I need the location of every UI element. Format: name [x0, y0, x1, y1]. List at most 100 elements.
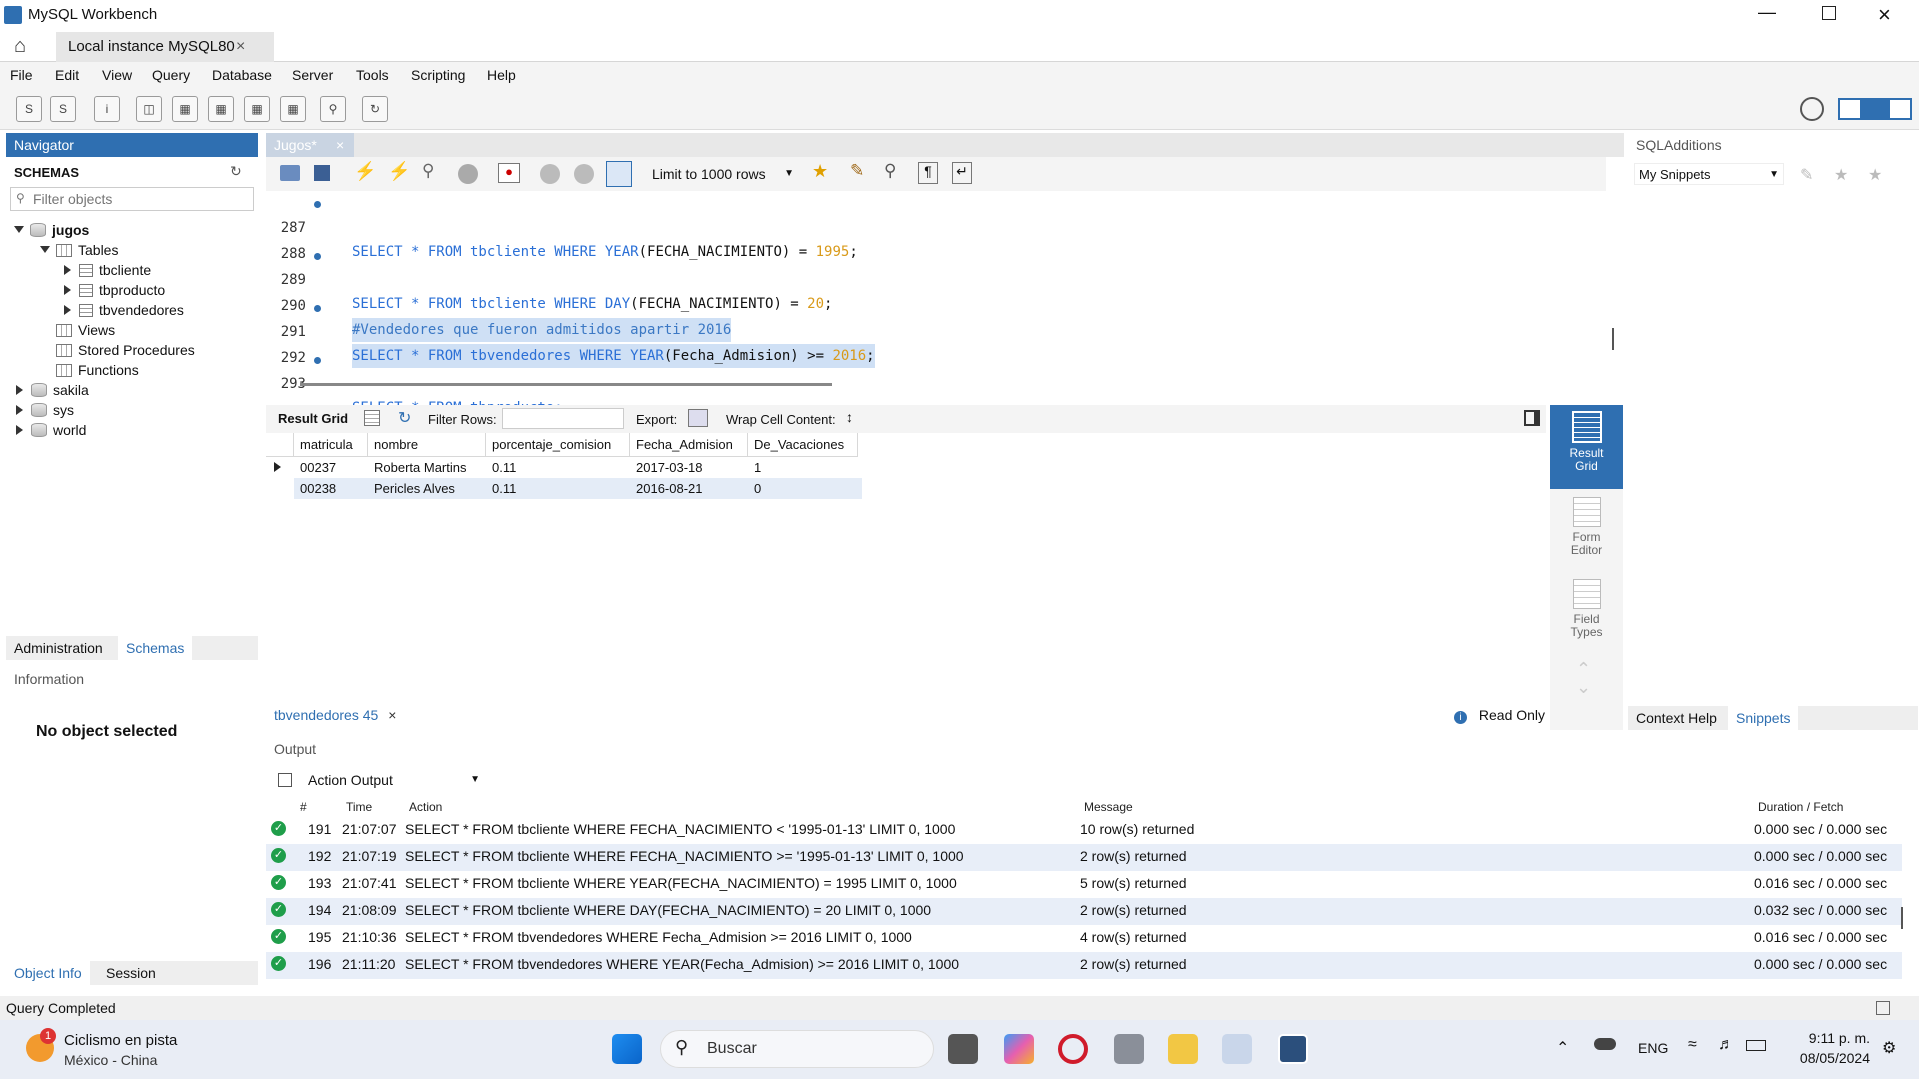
- beautify-icon[interactable]: ✎: [850, 161, 864, 181]
- tab-schemas[interactable]: Schemas: [118, 636, 193, 660]
- toggle-error-icon[interactable]: ●: [498, 163, 520, 183]
- add-snippet-icon[interactable]: ★: [812, 161, 828, 182]
- tab-object-info[interactable]: Object Info: [6, 961, 90, 985]
- filter-objects-input[interactable]: [33, 190, 248, 208]
- toggle-secondary-sidebar-icon[interactable]: [1888, 98, 1912, 120]
- export-icon[interactable]: [688, 409, 708, 427]
- collapse-icon[interactable]: [64, 285, 71, 295]
- volume-icon[interactable]: ♬: [1718, 1036, 1734, 1054]
- onedrive-icon[interactable]: [1594, 1038, 1616, 1050]
- copy-output-icon[interactable]: [278, 773, 292, 787]
- tray-chevron-icon[interactable]: ⌃: [1556, 1038, 1569, 1058]
- minimize-button[interactable]: —: [1758, 2, 1782, 23]
- cell[interactable]: 2017-03-18: [630, 457, 703, 478]
- create-procedure-icon[interactable]: ▦: [244, 96, 270, 122]
- column-header[interactable]: Fecha_Admision: [630, 433, 748, 457]
- explain-icon[interactable]: ⚲: [422, 161, 434, 181]
- inspector-icon[interactable]: i: [94, 96, 120, 122]
- cell[interactable]: 0.11: [486, 478, 516, 499]
- menu-edit[interactable]: Edit: [55, 67, 79, 83]
- delete-snippet-icon[interactable]: ★: [1868, 165, 1882, 185]
- collapse-icon[interactable]: [16, 405, 23, 415]
- connection-tab[interactable]: Local instance MySQL80 ×: [56, 32, 274, 62]
- invisible-chars-icon[interactable]: ¶: [918, 162, 938, 184]
- menu-view[interactable]: View: [102, 67, 132, 83]
- limit-rows-select[interactable]: Limit to 1000 rows ▼: [648, 163, 798, 185]
- commit-icon[interactable]: [540, 164, 560, 184]
- functions-folder[interactable]: Functions: [56, 361, 139, 379]
- schema-jugos[interactable]: jugos: [14, 221, 89, 239]
- menu-database[interactable]: Database: [212, 67, 272, 83]
- mysql-workbench-icon[interactable]: [1278, 1034, 1308, 1064]
- search-table-data-icon[interactable]: ⚲: [320, 96, 346, 122]
- windows-start-icon[interactable]: [612, 1034, 642, 1064]
- editor-horizontal-scrollbar[interactable]: [300, 383, 832, 386]
- form-editor-button[interactable]: Form Editor: [1550, 491, 1623, 571]
- collapse-icon[interactable]: [64, 305, 71, 315]
- stored-procedures-folder[interactable]: Stored Procedures: [56, 341, 195, 359]
- autocommit-icon[interactable]: [606, 161, 632, 187]
- refresh-icon[interactable]: ↻: [398, 408, 411, 428]
- create-view-icon[interactable]: ▦: [208, 96, 234, 122]
- save-icon[interactable]: [314, 165, 330, 181]
- toggle-panel-icon[interactable]: [1524, 410, 1540, 426]
- snipping-tool-icon[interactable]: [1222, 1034, 1252, 1064]
- create-schema-icon[interactable]: ◫: [136, 96, 162, 122]
- grid-icon[interactable]: [364, 410, 380, 426]
- table-tbproducto[interactable]: tbproducto: [64, 281, 165, 299]
- result-grid-button[interactable]: Result Grid: [1550, 405, 1623, 489]
- table-row[interactable]: 00238 Pericles Alves 0.11 2016-08-21 0: [294, 478, 862, 499]
- close-icon[interactable]: ×: [388, 707, 396, 723]
- reconnect-icon[interactable]: ↻: [362, 96, 388, 122]
- cell[interactable]: 2016-08-21: [630, 478, 703, 499]
- table-row[interactable]: 00237 Roberta Martins 0.11 2017-03-18 1: [266, 457, 862, 478]
- schema-sakila[interactable]: sakila: [16, 381, 89, 399]
- tables-folder[interactable]: Tables: [40, 241, 118, 259]
- views-folder[interactable]: Views: [56, 321, 115, 339]
- table-tbvendedores[interactable]: tbvendedores: [64, 301, 184, 319]
- find-icon[interactable]: ⚲: [884, 161, 896, 181]
- menu-file[interactable]: File: [10, 67, 33, 83]
- copilot-icon[interactable]: [1004, 1034, 1034, 1064]
- execute-icon[interactable]: ⚡: [354, 161, 376, 182]
- menu-query[interactable]: Query: [152, 67, 190, 83]
- expand-icon[interactable]: [14, 226, 24, 233]
- output-row[interactable]: ✓ 196 21:11:20 SELECT * FROM tbvendedore…: [266, 952, 1902, 979]
- collapse-icon[interactable]: [16, 385, 23, 395]
- wrap-cell-icon[interactable]: ↕: [846, 409, 853, 425]
- restore-button[interactable]: [1822, 6, 1836, 20]
- column-header[interactable]: matricula: [294, 433, 368, 457]
- output-type-select[interactable]: Action Output ▼: [304, 769, 484, 791]
- language-indicator[interactable]: ENG: [1638, 1040, 1668, 1056]
- tab-administration[interactable]: Administration: [6, 636, 111, 660]
- output-row[interactable]: ✓ 194 21:08:09 SELECT * FROM tbcliente W…: [266, 898, 1902, 925]
- output-row[interactable]: ✓ 191 21:07:07 SELECT * FROM tbcliente W…: [266, 817, 1902, 844]
- task-view-icon[interactable]: [948, 1034, 978, 1064]
- clock-time[interactable]: 9:11 p. m.: [1790, 1030, 1870, 1046]
- notification-icon[interactable]: ⚙: [1882, 1038, 1896, 1058]
- preferences-icon[interactable]: [1800, 97, 1824, 121]
- collapse-icon[interactable]: [64, 265, 71, 275]
- collapse-icon[interactable]: [16, 425, 23, 435]
- opera-icon[interactable]: [1058, 1034, 1088, 1064]
- refresh-schemas-icon[interactable]: ↻: [230, 163, 242, 180]
- sql-editor[interactable]: 287 SELECT * FROM tbcliente WHERE YEAR(F…: [266, 192, 1614, 416]
- cell[interactable]: 00237: [294, 457, 336, 478]
- scroll-down-icon[interactable]: ⌄: [1576, 677, 1591, 698]
- create-table-icon[interactable]: ▦: [172, 96, 198, 122]
- editor-vertical-scrollbar[interactable]: [1612, 328, 1614, 350]
- filter-rows-input[interactable]: [502, 408, 624, 429]
- output-scrollbar[interactable]: [1901, 907, 1903, 929]
- cell[interactable]: Roberta Martins: [368, 457, 466, 478]
- home-icon[interactable]: ⌂: [14, 35, 26, 58]
- schema-sys[interactable]: sys: [16, 401, 74, 419]
- remote-desktop-icon[interactable]: [1114, 1034, 1144, 1064]
- new-sql-tab-icon[interactable]: S: [16, 96, 42, 122]
- status-panel-icon[interactable]: [1876, 1001, 1890, 1015]
- result-tab[interactable]: tbvendedores 45 ×: [274, 707, 396, 723]
- close-icon[interactable]: ×: [336, 133, 344, 157]
- rollback-icon[interactable]: [574, 164, 594, 184]
- toggle-sidebar-icon[interactable]: [1838, 98, 1862, 120]
- battery-icon[interactable]: [1746, 1040, 1766, 1051]
- wrap-lines-icon[interactable]: ↵: [952, 162, 972, 184]
